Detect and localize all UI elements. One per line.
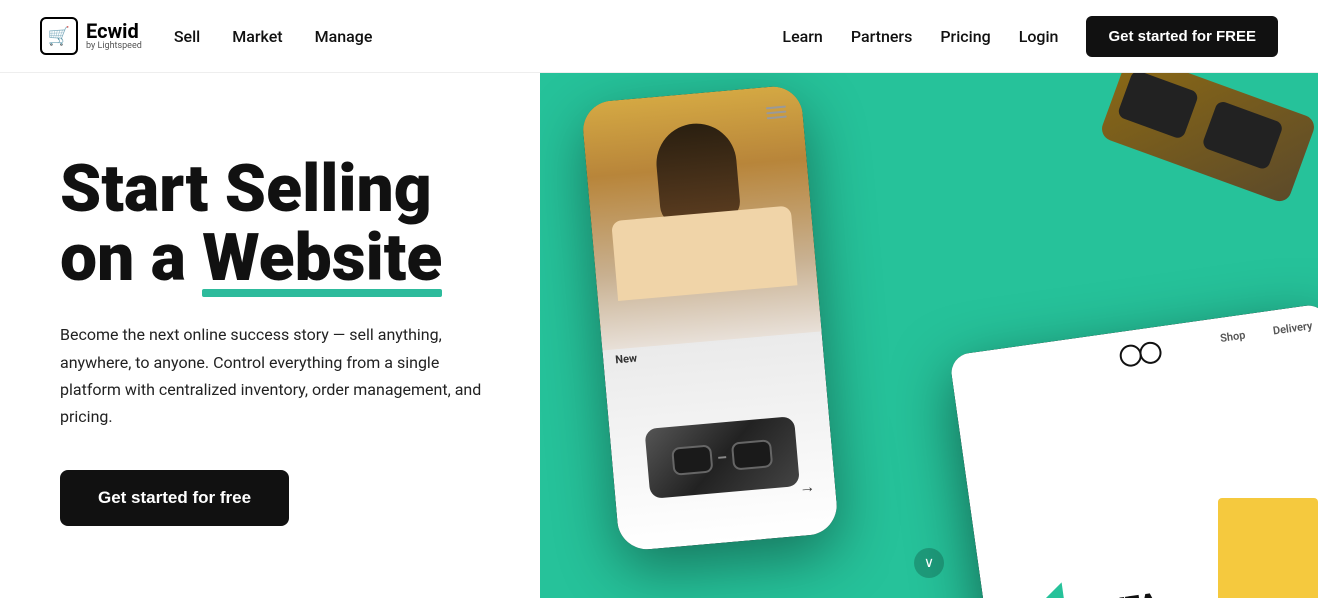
scroll-down-indicator[interactable]: ∨ (914, 548, 944, 578)
navbar-right: Learn Partners Pricing Login Get started… (782, 16, 1278, 57)
menu-line-2 (766, 111, 786, 115)
lens-bridge (718, 456, 726, 459)
hero-left: Start Selling on a Website Become the ne… (0, 73, 540, 598)
hero-cta-button[interactable]: Get started for free (60, 470, 289, 526)
nav-login[interactable]: Login (1019, 27, 1059, 46)
phone-arrow: → (798, 477, 816, 498)
sunglass-shape (671, 439, 773, 476)
phone-new-label: New (615, 352, 638, 367)
navbar-left: 🛒 Ecwid by Lightspeed Sell Market Manage (40, 17, 372, 55)
phone-shop-label: Shop (1219, 329, 1246, 345)
nav-manage[interactable]: Manage (315, 27, 373, 46)
nav-market[interactable]: Market (232, 27, 282, 46)
phone-menu-lines (766, 106, 787, 120)
yellow-corner (1218, 498, 1318, 598)
hero-description: Become the next online success story — s… (60, 321, 490, 430)
logo-name: Ecwid (86, 20, 142, 42)
phone-shoulders (611, 206, 797, 301)
lens-left (671, 444, 713, 475)
lens-right (731, 439, 773, 470)
circle-right (1138, 340, 1163, 365)
nav-learn[interactable]: Learn (782, 27, 822, 46)
sunglasses-lens (1117, 73, 1200, 140)
phone-product (644, 416, 800, 499)
logo-icon: 🛒 (40, 17, 78, 55)
phone-delivery-label: Delivery (1272, 319, 1313, 337)
hero-title-line2: on a (60, 220, 202, 297)
hero-section: Start Selling on a Website Become the ne… (0, 73, 1318, 598)
hero-title: Start Selling on a Website (60, 155, 490, 294)
hero-right: New → (540, 73, 1318, 598)
phone-left: New → (581, 84, 839, 551)
hero-title-line1: Start Selling (60, 151, 432, 228)
nav-partners[interactable]: Partners (851, 27, 913, 46)
menu-line-1 (766, 106, 786, 110)
nav-sell[interactable]: Sell (174, 27, 200, 46)
logo[interactable]: 🛒 Ecwid by Lightspeed (40, 17, 142, 55)
nav-pricing[interactable]: Pricing (940, 27, 990, 46)
hero-title-highlight: Website (202, 224, 442, 293)
navbar: 🛒 Ecwid by Lightspeed Sell Market Manage… (0, 0, 1318, 73)
logo-sub: by Lightspeed (86, 42, 142, 52)
phone-logo-mark (1118, 340, 1163, 368)
nav-cta-button[interactable]: Get started for FREE (1086, 16, 1278, 57)
logo-text: Ecwid by Lightspeed (86, 20, 142, 52)
green-triangle (982, 582, 1070, 598)
phone-left-inner: New → (581, 84, 839, 551)
